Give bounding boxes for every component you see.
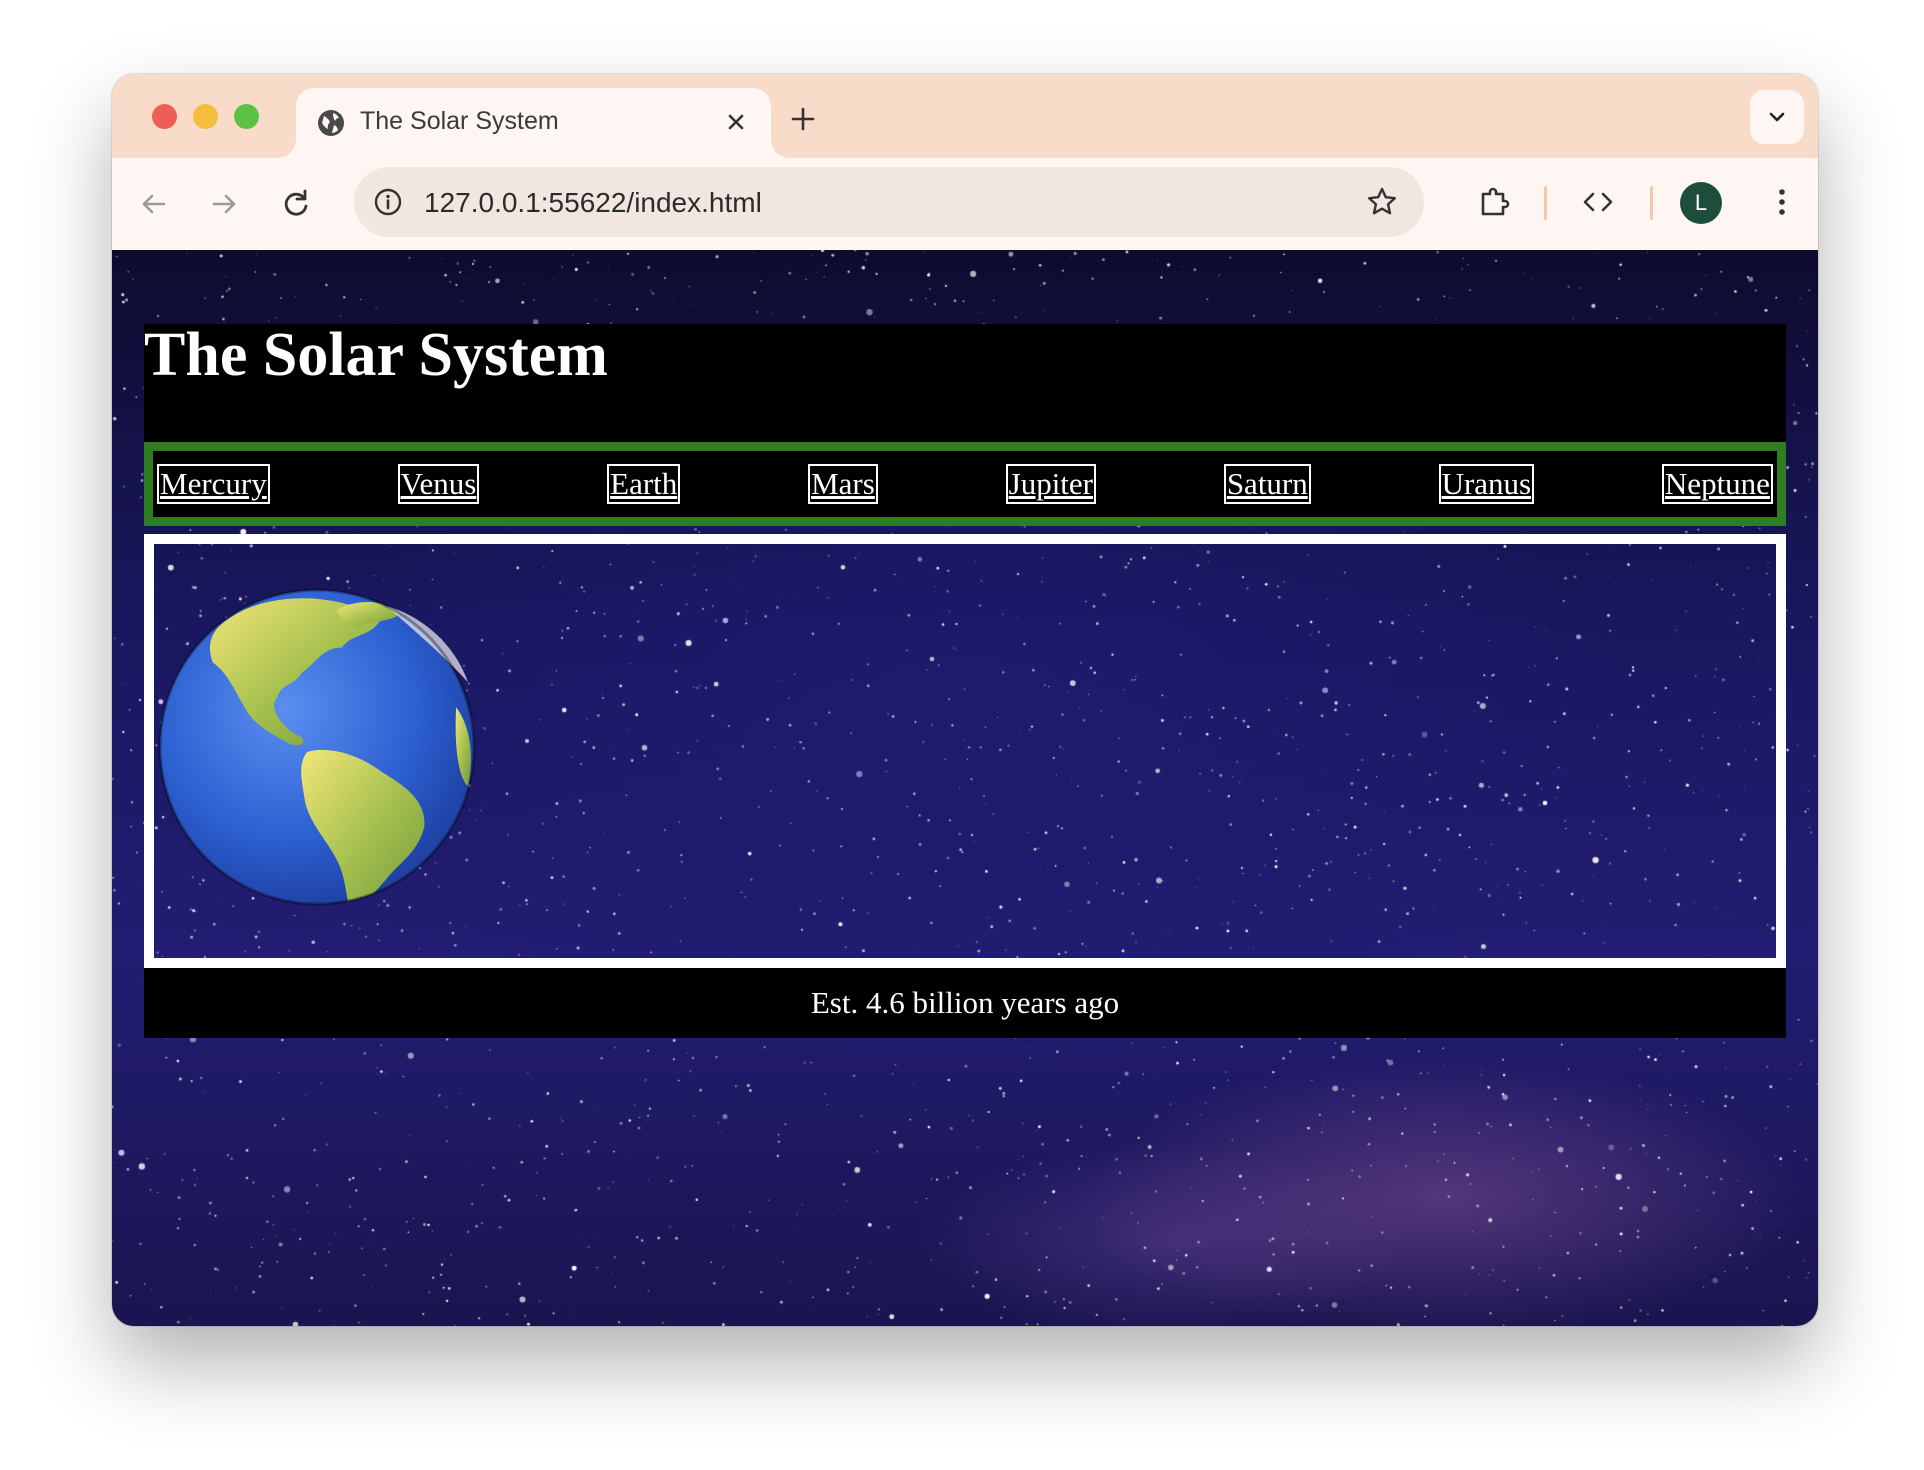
page-header: The Solar System — [144, 324, 1786, 442]
close-window-button[interactable] — [152, 104, 177, 129]
profile-avatar[interactable]: L — [1680, 182, 1722, 224]
maximize-window-button[interactable] — [234, 104, 259, 129]
code-brackets-icon[interactable] — [1578, 182, 1618, 222]
page-footer: Est. 4.6 billion years ago — [144, 968, 1786, 1038]
nav-link-jupiter[interactable]: Jupiter — [1005, 464, 1096, 504]
forward-arrow-icon[interactable] — [204, 184, 244, 224]
nav-link-neptune[interactable]: Neptune — [1661, 464, 1773, 504]
nav-link-uranus[interactable]: Uranus — [1438, 464, 1535, 504]
planet-display — [144, 534, 1786, 968]
page-title: The Solar System — [144, 321, 608, 389]
nav-link-venus[interactable]: Venus — [397, 464, 480, 504]
nav-link-earth[interactable]: Earth — [607, 464, 681, 504]
footer-text: Est. 4.6 billion years ago — [810, 985, 1120, 1020]
chevron-down-icon — [1769, 112, 1785, 122]
back-arrow-icon[interactable] — [134, 184, 174, 224]
address-bar[interactable]: 127.0.0.1:55622/index.html — [354, 167, 1424, 237]
nav-link-mars[interactable]: Mars — [808, 464, 878, 504]
tab-active[interactable]: The Solar System — [278, 88, 789, 158]
more-menu-icon[interactable] — [1762, 182, 1802, 222]
page-viewport: The Solar System Mercury Venus Earth Mars Ju… — [112, 250, 1818, 1326]
reload-icon[interactable] — [276, 184, 316, 224]
tab-strip: The Solar System — [112, 74, 1818, 158]
toolbar-divider — [1650, 186, 1653, 220]
browser-window: The Solar System 127.0.0.1:55622/index.h… — [112, 74, 1818, 1326]
new-tab-icon[interactable] — [788, 104, 818, 134]
site-info-icon[interactable] — [372, 186, 404, 218]
toolbar-divider — [1544, 186, 1547, 220]
planet-nav: Mercury Venus Earth Mars Jupiter Saturn Uranus… — [144, 442, 1786, 526]
nav-link-mercury[interactable]: Mercury — [157, 464, 270, 504]
bookmark-star-icon[interactable] — [1364, 184, 1400, 220]
nav-link-saturn[interactable]: Saturn — [1223, 464, 1311, 504]
close-tab-icon[interactable] — [721, 107, 751, 137]
tab-title: The Solar System — [360, 107, 559, 135]
extensions-puzzle-icon[interactable] — [1474, 182, 1514, 222]
tab-search-button[interactable] — [1750, 90, 1804, 144]
earth-globe-image — [158, 588, 476, 906]
minimize-window-button[interactable] — [193, 104, 218, 129]
url-text[interactable]: 127.0.0.1:55622/index.html — [424, 187, 762, 219]
globe-icon — [318, 110, 344, 136]
browser-toolbar: 127.0.0.1:55622/index.html L — [112, 158, 1818, 250]
